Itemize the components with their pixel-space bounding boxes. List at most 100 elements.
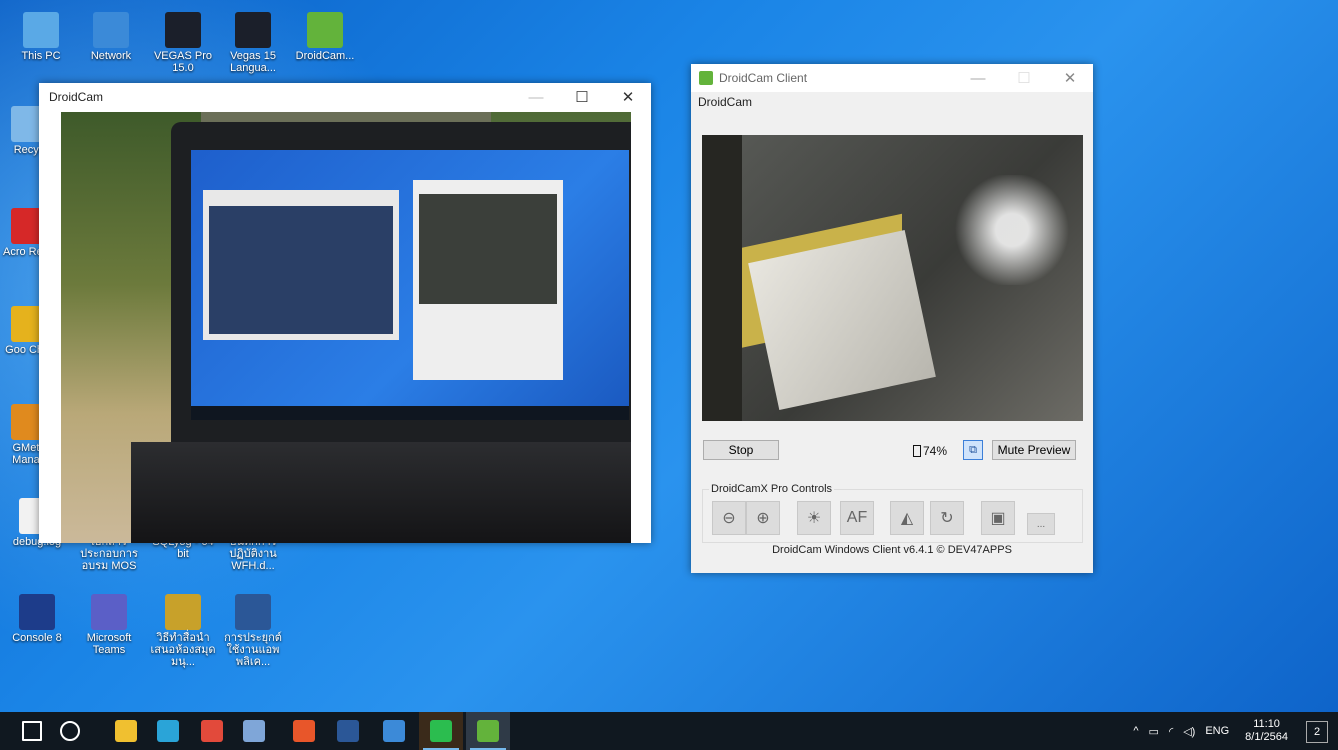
notification-count: 2 <box>1313 726 1321 738</box>
dark-edge <box>702 135 742 421</box>
client-title: DroidCam Client <box>719 71 808 85</box>
close-button[interactable]: ✕ <box>605 83 651 111</box>
tray-chevron-icon[interactable]: ^ <box>1133 725 1138 737</box>
desktop-icon[interactable]: Network <box>78 12 144 62</box>
taskbar-app-glyph <box>201 720 223 742</box>
taskbar-app-glyph <box>60 721 80 741</box>
taskbar-app-glyph <box>293 720 315 742</box>
notification-icon[interactable]: 2 <box>1306 721 1328 743</box>
droidcam-client-window[interactable]: DroidCam Client — ☐ ✕ DroidCam Stop 74% … <box>691 64 1093 573</box>
client-preview <box>702 135 1083 421</box>
word-doc-icon <box>235 594 271 630</box>
client-menu[interactable]: DroidCam <box>698 95 752 109</box>
taskbar-app-glyph <box>243 720 265 742</box>
clock-date: 8/1/2564 <box>1245 731 1288 743</box>
taskbar-app-glyph <box>430 720 452 742</box>
desktop-icon-label: Microsoft Teams <box>86 632 132 656</box>
zoom-out-icon[interactable]: ⊖ <box>712 501 746 535</box>
droidcam-taskbar-icon[interactable] <box>466 712 510 750</box>
taskbar-app-glyph <box>157 720 179 742</box>
photos-icon[interactable] <box>372 712 416 750</box>
desktop-icon[interactable]: DroidCam... <box>292 12 358 62</box>
desktop-icon[interactable]: วิธีทำสื่อนำเสนอห้องสมุดมนุ... <box>150 594 216 668</box>
droidcam-titlebar[interactable]: DroidCam — ☐ ✕ <box>39 83 651 111</box>
taskbar-app-glyph <box>383 720 405 742</box>
paint-icon[interactable] <box>232 712 276 750</box>
clock-time: 11:10 <box>1253 718 1280 730</box>
wifi-icon[interactable]: ◜ <box>1169 725 1173 738</box>
desktop-icon[interactable]: Microsoft Teams <box>76 594 142 656</box>
desktop-icon-label: DroidCam... <box>295 50 355 62</box>
volume-icon[interactable]: ◁) <box>1183 725 1195 738</box>
droidcam-video-window[interactable]: DroidCam — ☐ ✕ <box>39 83 651 543</box>
minimize-button[interactable]: — <box>513 83 559 111</box>
desktop-icon[interactable]: การประยุกต์ใช้งานแอพพลิเค... <box>220 594 286 668</box>
desktop-icon[interactable]: This PC <box>8 12 74 62</box>
client-maximize-button[interactable]: ☐ <box>1001 64 1047 92</box>
search-icon[interactable] <box>48 712 92 750</box>
taskbar-app-glyph <box>115 720 137 742</box>
edge-icon[interactable] <box>146 712 190 750</box>
desktop-icon-label: This PC <box>21 50 61 62</box>
chrome-icon[interactable] <box>190 712 234 750</box>
client-titlebar[interactable]: DroidCam Client — ☐ ✕ <box>691 64 1093 92</box>
nested-window-1 <box>203 190 399 340</box>
clock[interactable]: 11:10 8/1/2564 <box>1245 718 1288 744</box>
vegas-language-icon <box>235 12 271 48</box>
desktop-icon[interactable]: Console 8 <box>4 594 70 644</box>
camera-feed <box>61 112 631 543</box>
droidcam-icon <box>307 12 343 48</box>
desktop-icon-label: Network <box>90 50 132 62</box>
desktop-icon-label: วิธีทำสื่อนำเสนอห้องสมุดมนุ... <box>150 632 216 668</box>
desktop-icon-label: VEGAS Pro 15.0 <box>153 50 213 74</box>
sunlight-spots <box>952 175 1072 285</box>
jpeg-icon[interactable]: ▣ <box>981 501 1015 535</box>
nested-taskbar <box>191 406 629 420</box>
winrar-icon <box>165 594 201 630</box>
brightness-icon[interactable]: ☀ <box>797 501 831 535</box>
nested-window-2 <box>413 180 563 380</box>
flip-icon[interactable]: ◭ <box>890 501 924 535</box>
rotate-icon[interactable]: ↻ <box>930 501 964 535</box>
droidcam-app-icon <box>699 71 713 85</box>
client-close-button[interactable]: ✕ <box>1047 64 1093 92</box>
taskbar: ^ ▭ ◜ ◁) ENG 11:10 8/1/2564 2 <box>0 712 1338 750</box>
battery-tray-icon[interactable]: ▭ <box>1149 725 1159 738</box>
desktop-icon-label: การประยุกต์ใช้งานแอพพลิเค... <box>224 632 282 668</box>
vegas-icon <box>165 12 201 48</box>
console-icon <box>19 594 55 630</box>
language-indicator[interactable]: ENG <box>1205 725 1229 737</box>
maximize-button[interactable]: ☐ <box>559 83 605 111</box>
desktop-icon-label: Vegas 15 Langua... <box>230 50 276 74</box>
teams-icon <box>91 594 127 630</box>
file-explorer-icon[interactable] <box>104 712 148 750</box>
window-title: DroidCam <box>49 90 104 104</box>
system-tray: ^ ▭ ◜ ◁) ENG 11:10 8/1/2564 <box>1133 712 1288 750</box>
popout-icon[interactable]: ⧉ <box>963 440 983 460</box>
taskbar-app-glyph <box>22 721 42 741</box>
laptop-keyboard <box>131 442 631 543</box>
taskbar-app-glyph <box>477 720 499 742</box>
controls-label: DroidCamX Pro Controls <box>709 483 835 495</box>
battery-level: 74% <box>923 444 948 458</box>
stop-button[interactable]: Stop <box>703 440 779 460</box>
network-icon <box>93 12 129 48</box>
zoom-in-icon[interactable]: ⊕ <box>746 501 780 535</box>
battery-icon <box>913 445 921 457</box>
white-box <box>748 230 936 410</box>
client-footer: DroidCam Windows Client v6.4.1 © DEV47AP… <box>772 544 1012 556</box>
word-icon[interactable] <box>326 712 370 750</box>
taskbar-app-glyph <box>337 720 359 742</box>
client-minimize-button[interactable]: — <box>955 64 1001 92</box>
line-icon[interactable] <box>419 712 463 750</box>
this-pc-icon <box>23 12 59 48</box>
laptop-screen <box>191 150 629 420</box>
autofocus-icon[interactable]: AF <box>840 501 874 535</box>
more-icon[interactable]: ... <box>1027 513 1055 535</box>
desktop-icon-label: Console 8 <box>12 632 62 644</box>
desktop-icon[interactable]: VEGAS Pro 15.0 <box>150 12 216 74</box>
mute-preview-button[interactable]: Mute Preview <box>992 440 1076 460</box>
battery-indicator: 74% <box>913 444 947 458</box>
desktop-icon[interactable]: Vegas 15 Langua... <box>220 12 286 74</box>
office-icon[interactable] <box>282 712 326 750</box>
